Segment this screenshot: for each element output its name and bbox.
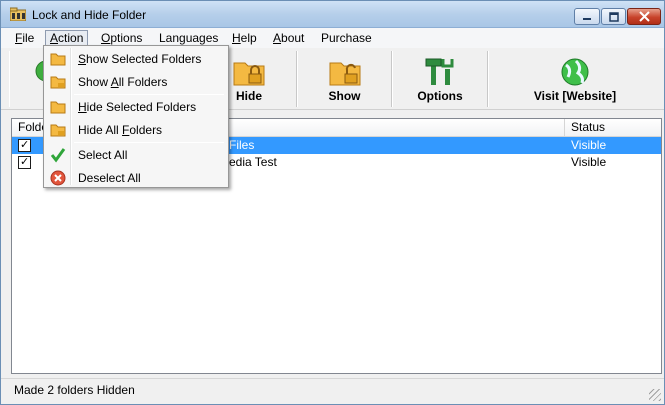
- menu-purchase[interactable]: Purchase: [317, 30, 376, 46]
- close-icon: [638, 11, 650, 22]
- folder-icon: [50, 76, 66, 89]
- show-folder-icon: [329, 62, 360, 86]
- menu-item-select-all[interactable]: Select All: [46, 144, 226, 166]
- show-button[interactable]: Show: [297, 51, 392, 107]
- maximize-icon: [608, 11, 619, 22]
- title-bar[interactable]: Lock and Hide Folder: [1, 1, 664, 28]
- visit-website-button[interactable]: Visit [Website]: [488, 51, 661, 107]
- action-menu-dropdown: Show Selected Folders Show All Folders H…: [43, 45, 229, 188]
- checkmark-icon: [50, 148, 66, 163]
- tools-icon: [425, 58, 454, 85]
- menu-about[interactable]: About: [269, 30, 308, 46]
- folder-status: Visible: [571, 138, 607, 152]
- menu-file[interactable]: File: [11, 30, 38, 46]
- app-logo-icon: [10, 7, 26, 21]
- menu-separator: [74, 142, 224, 143]
- folder-name: Files: [229, 138, 255, 152]
- folder-icon: [50, 101, 66, 114]
- maximize-button[interactable]: [601, 8, 626, 25]
- menu-item-show-all-folders[interactable]: Show All Folders: [46, 71, 226, 93]
- window-title: Lock and Hide Folder: [32, 8, 147, 22]
- column-header-status[interactable]: Status: [565, 119, 661, 137]
- menu-item-hide-selected-folders[interactable]: Hide Selected Folders: [46, 96, 226, 118]
- row-checkbox[interactable]: [18, 137, 31, 154]
- menu-item-hide-all-folders[interactable]: Hide All Folders: [46, 119, 226, 141]
- menu-item-deselect-all[interactable]: Deselect All: [46, 167, 226, 189]
- menu-options[interactable]: Options: [97, 30, 146, 46]
- folder-name: edia Test: [229, 155, 277, 169]
- close-button[interactable]: [627, 8, 661, 25]
- folder-lock-icon: [50, 124, 66, 137]
- visit-website-label: Visit [Website]: [533, 89, 617, 103]
- folder-icon: [50, 53, 66, 66]
- options-button[interactable]: Options: [392, 51, 488, 107]
- status-text: Made 2 folders Hidden: [14, 383, 135, 397]
- status-bar: Made 2 folders Hidden: [1, 378, 664, 404]
- globe-icon: [561, 58, 589, 86]
- show-label: Show: [328, 89, 361, 103]
- deselect-icon: [50, 170, 66, 186]
- resize-grip-icon[interactable]: [649, 389, 661, 401]
- options-label: Options: [417, 89, 463, 103]
- minimize-icon: [583, 17, 591, 20]
- menu-help[interactable]: Help: [228, 30, 261, 46]
- menu-action[interactable]: Action: [45, 30, 89, 46]
- app-window: Lock and Hide Folder File Action Options…: [0, 0, 665, 405]
- menu-separator: [74, 94, 224, 95]
- row-checkbox[interactable]: [18, 154, 31, 171]
- minimize-button[interactable]: [574, 8, 600, 25]
- menu-languages[interactable]: Languages: [155, 30, 222, 46]
- folder-status: Visible: [571, 155, 607, 169]
- menu-item-show-selected-folders[interactable]: Show Selected Folders: [46, 48, 226, 70]
- hide-folder-icon: [233, 62, 265, 86]
